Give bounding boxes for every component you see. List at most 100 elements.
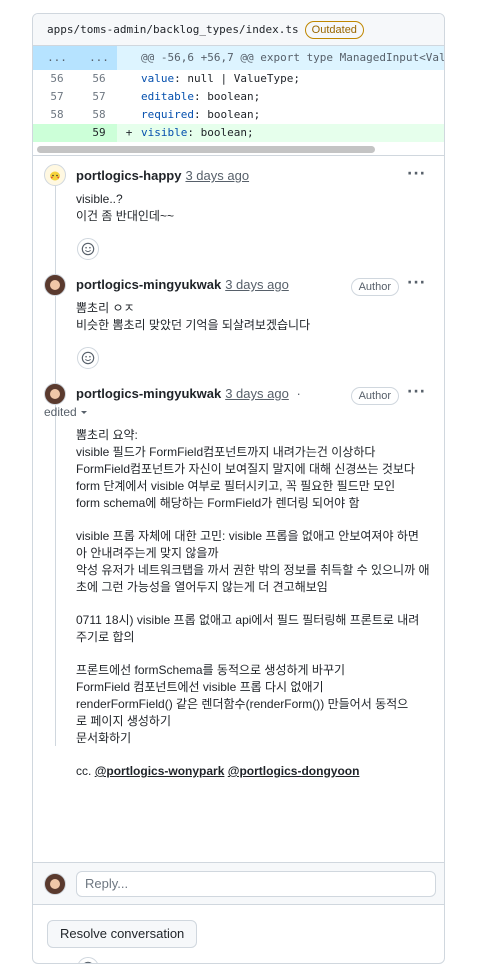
edited-label: edited [44, 405, 77, 419]
code-property: editable [141, 90, 194, 103]
code-property: value [141, 72, 175, 85]
pikachu-avatar-icon [50, 171, 60, 181]
author-badge: Author [350, 387, 399, 405]
add-reaction-button[interactable] [77, 347, 99, 369]
code-type: : boolean; [187, 126, 254, 139]
diff-line: 56 56 value: null | ValueType; [33, 70, 444, 88]
comment-line: 문서화하기 [76, 731, 132, 745]
code-line: required: boolean; [141, 106, 444, 124]
comment-line: 주기로 합의 [76, 630, 135, 644]
code-property: required [141, 108, 194, 121]
timestamp-link[interactable]: 3 days ago [185, 168, 249, 183]
current-user-avatar [44, 873, 66, 895]
diff-sign [117, 70, 141, 88]
code-line: value: null | ValueType; [141, 70, 444, 88]
comment-author: portlogics-happy 3 days ago [76, 168, 249, 183]
author-badge: Author [350, 278, 399, 296]
paragraph: 프론트에선 formSchema를 동적으로 생성하게 바꾸기 FormFiel… [76, 662, 432, 747]
thread-line [55, 186, 56, 746]
outdated-badge: Outdated [304, 20, 364, 39]
edited-dropdown[interactable]: edited [44, 405, 88, 419]
mention-link[interactable]: @portlogics-wonypark [95, 764, 225, 778]
comment-line: 0711 18시) visible 프롭 없애고 api에서 필드 필터링해 프… [76, 613, 420, 627]
comment-line: 악성 유저가 네트워크탭을 까서 권한 밖의 정보를 취득할 수 있으니까 애 [76, 563, 430, 577]
file-path[interactable]: apps/toms-admin/backlog_types/index.ts [47, 23, 299, 36]
comment-line: 초에 그런 가능성을 열어두지 않는게 더 견고해보임 [76, 580, 328, 594]
old-line-number: 56 [50, 72, 64, 85]
comment-author: portlogics-mingyukwak 3 days ago · [76, 386, 301, 401]
diff-hunk-header: ... ... @@ -56,6 +56,7 @@ export type Ma… [33, 46, 444, 70]
comment-line: 이건 좀 반대인데~~ [76, 209, 174, 223]
code-type: : boolean; [193, 90, 261, 103]
reply-bar: Reply... [33, 862, 444, 904]
file-header: apps/toms-admin/backlog_types/index.ts O… [33, 14, 444, 46]
comment-line: 비슷한 뽐초리 맞았던 기억을 되살려보겠습니다 [76, 318, 311, 332]
old-line-number: 58 [50, 108, 64, 121]
cc-prefix: cc. [76, 764, 92, 778]
avatar[interactable] [44, 274, 66, 296]
timestamp-link[interactable]: 3 days ago [225, 277, 289, 292]
author-link[interactable]: portlogics-happy [76, 168, 181, 183]
resolve-conversation-button[interactable]: Resolve conversation [47, 920, 198, 948]
comment-body: visible..? 이건 좀 반대인데~~ [76, 191, 432, 225]
diff-sign: + [125, 126, 133, 139]
diff-line: 57 57 editable: boolean; [33, 88, 444, 106]
comment-menu-button[interactable]: ··· [407, 166, 426, 182]
review-thread-card: apps/toms-admin/backlog_types/index.ts O… [32, 13, 445, 964]
expand-up-button[interactable]: ... [33, 46, 81, 70]
new-line-number: 58 [92, 108, 106, 121]
comment-line: FormField컴포넌트가 자신이 보여질지 말지에 대해 신경쓰는 것보다 [76, 462, 415, 476]
comment-line: form 단계에서 visible 여부로 필터시키고, 꼭 필요한 필드만 모… [76, 479, 396, 493]
horizontal-scrollbar[interactable] [33, 142, 444, 156]
diff-line: 58 58 required: boolean; [33, 106, 444, 124]
old-line-number [33, 124, 81, 142]
paragraph: 뽐초리 요약: visible 필드가 FormField컴포넌트까지 내려가는… [76, 427, 432, 512]
diff-snippet: ... ... @@ -56,6 +56,7 @@ export type Ma… [33, 46, 444, 142]
cc-line: cc. @portlogics-wonypark @portlogics-don… [76, 763, 432, 780]
paragraph: 0711 18시) visible 프롭 없애고 api에서 필드 필터링해 프… [76, 612, 432, 646]
code-type: : null | ValueType; [174, 72, 300, 85]
caret-down-icon [81, 411, 88, 414]
expand-down-button[interactable]: ... [81, 46, 117, 70]
new-line-number: 56 [92, 72, 106, 85]
comment-line: visible 필드가 FormField컴포넌트까지 내려가는건 이상하다 [76, 445, 376, 459]
diff-sign [117, 88, 141, 106]
code-line: visible: boolean; [141, 124, 444, 142]
comment-line: form schema에 해당하는 FormField가 렌더링 되어야 함 [76, 496, 360, 510]
avatar[interactable] [44, 164, 66, 186]
comment-line: 뽐초리 ㅇㅈ [76, 301, 135, 315]
hunk-text: @@ -56,6 +56,7 @@ export type ManagedInp… [141, 51, 444, 64]
old-line-number: 57 [50, 90, 64, 103]
smiley-icon [81, 351, 95, 365]
author-link[interactable]: portlogics-mingyukwak [76, 277, 221, 292]
timestamp-link[interactable]: 3 days ago [225, 386, 289, 401]
new-line-number: 59 [81, 124, 117, 142]
comment-menu-button[interactable]: ··· [407, 275, 426, 291]
scrollbar-thumb[interactable] [37, 146, 375, 153]
author-link[interactable]: portlogics-mingyukwak [76, 386, 221, 401]
comment-line: FormField 컴포넌트에선 visible 프롭 다시 없애기 [76, 680, 324, 694]
comment-list: portlogics-happy 3 days ago ··· visible..… [33, 156, 444, 963]
separator-dot: · [296, 386, 301, 401]
comment-line: 뽐초리 요약: [76, 428, 138, 442]
comment-menu-button[interactable]: ··· [407, 384, 426, 400]
thread-footer: Resolve conversation [33, 904, 444, 963]
comment-line: 프론트에선 formSchema를 동적으로 생성하게 바꾸기 [76, 663, 346, 677]
avatar[interactable] [44, 383, 66, 405]
diff-sign [117, 106, 141, 124]
new-line-number: 57 [92, 90, 106, 103]
comment-line: visible..? [76, 192, 123, 206]
paragraph: visible 프롭 자체에 대한 고민: visible 프롭을 없애고 안보… [76, 528, 432, 596]
reply-input[interactable]: Reply... [76, 871, 436, 897]
comment-line: 아 안내려주는게 맞지 않을까 [76, 546, 219, 560]
code-line: editable: boolean; [141, 88, 444, 106]
comment-body: 뽐초리 요약: visible 필드가 FormField컴포넌트까지 내려가는… [76, 427, 432, 796]
comment-line: 로 페이지 생성하기 [76, 714, 171, 728]
mention-link[interactable]: @portlogics-dongyoon [228, 764, 360, 778]
add-reaction-button[interactable] [77, 238, 99, 260]
code-type: : boolean; [193, 108, 261, 121]
code-property: visible [141, 126, 188, 139]
comment-author: portlogics-mingyukwak 3 days ago [76, 277, 289, 292]
comment-body: 뽐초리 ㅇㅈ 비슷한 뽐초리 맞았던 기억을 되살려보겠습니다 [76, 300, 432, 334]
smiley-icon [81, 242, 95, 256]
